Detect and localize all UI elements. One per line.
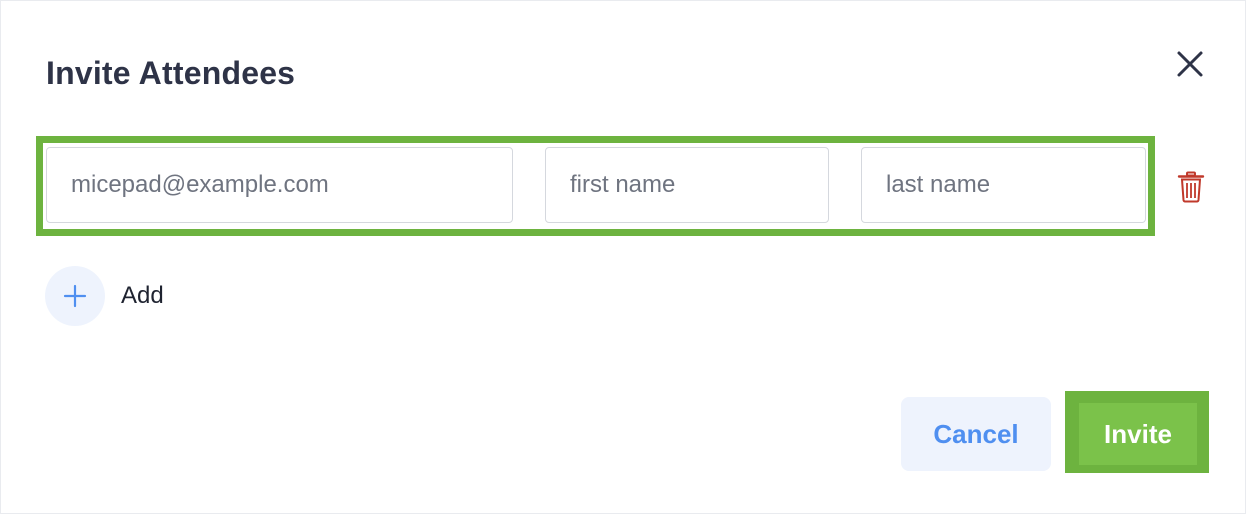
invite-button[interactable]: Invite xyxy=(1079,403,1197,465)
add-attendee-button[interactable]: Add xyxy=(45,266,164,326)
email-field[interactable] xyxy=(46,147,513,223)
add-icon-circle[interactable] xyxy=(45,266,105,326)
dialog-title: Invite Attendees xyxy=(46,55,296,91)
close-icon xyxy=(1177,51,1203,77)
plus-icon xyxy=(63,284,87,308)
last-name-field[interactable] xyxy=(861,147,1146,223)
cancel-button[interactable]: Cancel xyxy=(901,397,1051,471)
first-name-field[interactable] xyxy=(545,147,829,223)
delete-row-button[interactable] xyxy=(1177,171,1205,203)
invite-attendees-dialog: Invite Attendees Add Cancel Invi xyxy=(0,0,1246,514)
close-button[interactable] xyxy=(1171,45,1209,83)
trash-icon xyxy=(1177,171,1205,203)
add-label[interactable]: Add xyxy=(121,282,164,310)
